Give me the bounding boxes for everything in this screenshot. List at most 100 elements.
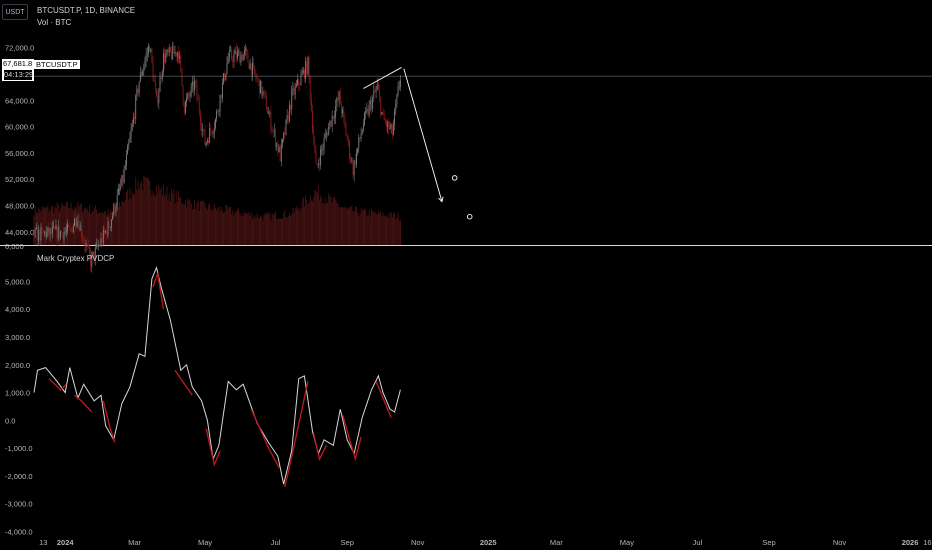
candle-body bbox=[116, 194, 118, 207]
volume-legend[interactable]: Vol · BTC bbox=[37, 18, 71, 27]
volume-bar bbox=[276, 219, 278, 245]
volume-bar bbox=[305, 195, 307, 245]
candle-body bbox=[283, 132, 285, 140]
volume-bar bbox=[394, 212, 396, 245]
volume-bar bbox=[186, 207, 188, 245]
candle-body bbox=[143, 66, 145, 72]
volume-bar bbox=[225, 205, 227, 245]
volume-bar bbox=[380, 210, 382, 245]
candle-body bbox=[196, 84, 198, 98]
volume-bar bbox=[293, 212, 295, 245]
candle-body bbox=[240, 54, 242, 64]
candle-body bbox=[262, 91, 264, 96]
candle-body bbox=[123, 169, 125, 183]
volume-bar bbox=[156, 186, 158, 245]
chart-root[interactable]: 44,000.0 48,000.0 52,000.0 56,000.0 60,000.0… bbox=[0, 0, 932, 550]
candle-body bbox=[132, 116, 134, 124]
volume-bar bbox=[187, 198, 189, 245]
volume-bar bbox=[325, 203, 327, 245]
volume-bar bbox=[334, 196, 335, 245]
candle-body bbox=[211, 131, 213, 134]
volume-bar bbox=[174, 203, 176, 245]
candle-body bbox=[383, 114, 385, 121]
candle-body bbox=[343, 109, 345, 117]
volume-bar bbox=[272, 214, 274, 245]
volume-bar bbox=[264, 213, 266, 245]
volume-bar bbox=[234, 211, 236, 245]
candle-body bbox=[181, 67, 183, 86]
candle-body bbox=[173, 45, 175, 54]
volume-bar bbox=[258, 218, 260, 245]
volume-bar bbox=[42, 206, 44, 245]
volume-bar bbox=[396, 217, 398, 245]
candle-body bbox=[267, 110, 268, 114]
candle-body bbox=[388, 121, 390, 130]
indicator-legend[interactable]: Mark Cryptex PVDCP bbox=[37, 254, 114, 263]
candle-body bbox=[324, 134, 326, 139]
candle-body bbox=[52, 227, 53, 234]
candle-body bbox=[115, 206, 117, 213]
volume-bar bbox=[294, 208, 296, 245]
volume-bar bbox=[289, 212, 290, 245]
volume-bar bbox=[197, 200, 199, 245]
volume-bar bbox=[166, 186, 168, 245]
volume-bar bbox=[158, 185, 160, 245]
currency-button[interactable]: USDT bbox=[2, 4, 28, 20]
candle-body bbox=[198, 100, 200, 114]
price-axis-tick: 48,000.0 bbox=[5, 202, 34, 211]
candle-body bbox=[350, 157, 352, 162]
volume-bar bbox=[154, 196, 156, 245]
candle-body bbox=[391, 124, 393, 136]
volume-bar bbox=[310, 200, 312, 245]
volume-bar bbox=[329, 196, 331, 245]
candle-body bbox=[260, 80, 261, 94]
volume-bar bbox=[99, 213, 101, 245]
candle-body bbox=[291, 90, 293, 110]
candle-body bbox=[377, 84, 379, 90]
oscillator-fast-line bbox=[284, 381, 309, 488]
volume-bar bbox=[160, 187, 162, 245]
volume-bar bbox=[371, 209, 372, 245]
volume-bar bbox=[105, 211, 107, 245]
symbol-legend[interactable]: BTCUSDT.P, 1D, BINANCE bbox=[37, 6, 135, 15]
candle-body bbox=[80, 224, 82, 236]
volume-bar bbox=[123, 201, 125, 245]
candle-body bbox=[152, 61, 154, 80]
candle-body bbox=[213, 127, 215, 133]
volume-bar bbox=[220, 206, 222, 245]
candle-body bbox=[201, 124, 203, 132]
candle-body bbox=[141, 72, 142, 76]
volume-bar bbox=[265, 212, 267, 245]
volume-bar bbox=[71, 208, 73, 245]
volume-bar bbox=[358, 215, 360, 245]
volume-bar bbox=[390, 212, 392, 245]
candle-body bbox=[358, 137, 360, 148]
volume-bar bbox=[284, 210, 286, 245]
candle-body bbox=[292, 88, 294, 91]
volume-bar bbox=[200, 200, 201, 245]
candle-body bbox=[188, 93, 190, 96]
volume-bar bbox=[352, 211, 354, 245]
candle-body bbox=[373, 91, 375, 98]
candle-body bbox=[295, 84, 297, 87]
volume-bar bbox=[108, 213, 110, 245]
volume-bar bbox=[256, 213, 258, 245]
volume-bar bbox=[122, 202, 124, 245]
candle-body bbox=[218, 110, 220, 112]
candle-body bbox=[312, 110, 313, 132]
candle-body bbox=[168, 47, 170, 53]
candle-body bbox=[396, 94, 398, 105]
volume-bar bbox=[398, 220, 400, 245]
price-axis-tick: 60,000.0 bbox=[5, 123, 34, 132]
volume-bar bbox=[267, 212, 268, 245]
volume-bar bbox=[167, 199, 169, 245]
candle-body bbox=[286, 115, 288, 120]
volume-bar bbox=[290, 216, 292, 245]
candle-body bbox=[161, 71, 163, 80]
time-axis-tick: May bbox=[198, 538, 212, 547]
current-price-label: 67,681.8 bbox=[3, 59, 33, 68]
candle-body bbox=[65, 230, 67, 233]
volume-bar bbox=[209, 202, 211, 245]
volume-bar bbox=[262, 220, 264, 245]
candle-body bbox=[86, 243, 88, 245]
